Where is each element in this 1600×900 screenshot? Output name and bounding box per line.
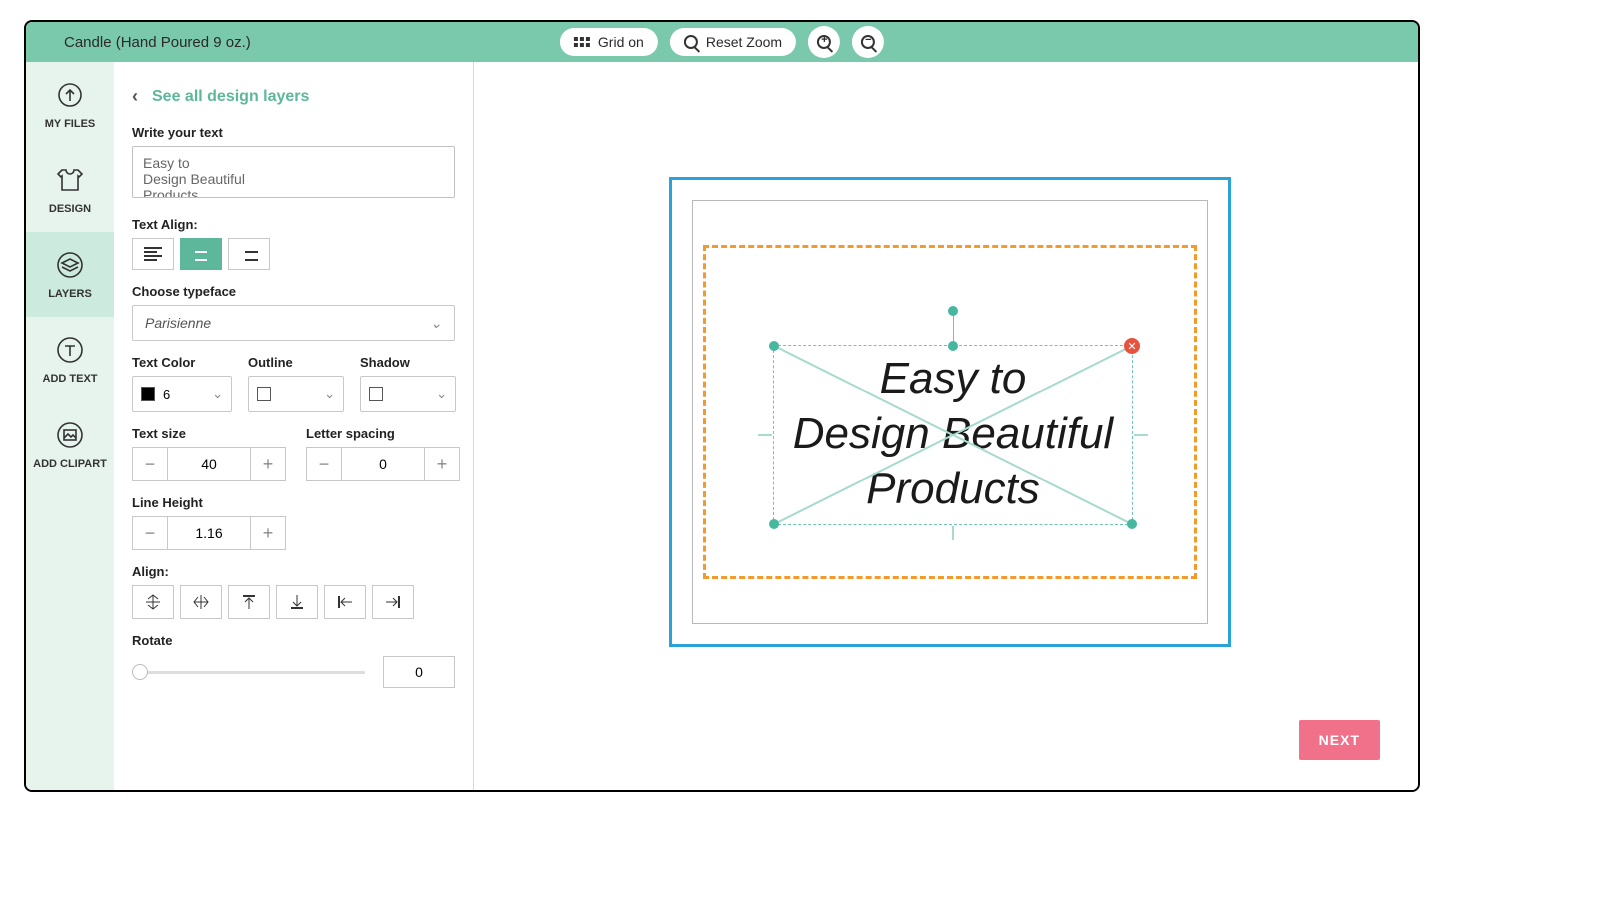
rail-label: MY FILES bbox=[45, 118, 96, 130]
text-icon bbox=[55, 335, 85, 365]
chevron-down-icon: ⌄ bbox=[212, 386, 223, 402]
shirt-icon bbox=[55, 165, 85, 195]
align-bottom-button[interactable] bbox=[276, 585, 318, 619]
write-text-label: Write your text bbox=[132, 125, 455, 140]
text-color-label: Text Color bbox=[132, 355, 232, 370]
align-left-button[interactable] bbox=[324, 585, 366, 619]
empty-swatch-icon bbox=[369, 387, 383, 401]
letter-spacing-decrease-button[interactable]: − bbox=[306, 447, 342, 481]
topbar-controls: Grid on Reset Zoom bbox=[560, 26, 884, 58]
slider-thumb[interactable] bbox=[132, 664, 148, 680]
canvas-area[interactable]: Easy to Design Beautiful Products ✕ bbox=[474, 62, 1418, 790]
rail-add-text[interactable]: ADD TEXT bbox=[26, 317, 114, 402]
text-align-label: Text Align: bbox=[132, 217, 455, 232]
rotate-label: Rotate bbox=[132, 633, 455, 648]
letter-spacing-label: Letter spacing bbox=[306, 426, 460, 441]
align-horizontal-center-button[interactable] bbox=[180, 585, 222, 619]
text-color-value: 6 bbox=[163, 387, 170, 402]
product-title: Candle (Hand Poured 9 oz.) bbox=[64, 34, 251, 51]
canvas-trim-box: Easy to Design Beautiful Products ✕ bbox=[692, 200, 1208, 624]
rail-label: ADD CLIPART bbox=[33, 458, 107, 470]
image-icon bbox=[55, 420, 85, 450]
delete-layer-button[interactable]: ✕ bbox=[1124, 338, 1140, 354]
letter-spacing-increase-button[interactable]: + bbox=[424, 447, 460, 481]
app-frame: Candle (Hand Poured 9 oz.) Grid on Reset… bbox=[24, 20, 1420, 792]
zoom-in-button[interactable] bbox=[808, 26, 840, 58]
rail-label: ADD TEXT bbox=[43, 373, 98, 385]
shadow-label: Shadow bbox=[360, 355, 456, 370]
text-size-stepper: − 40 + bbox=[132, 447, 286, 481]
outline-select[interactable]: ⌄ bbox=[248, 376, 344, 412]
properties-panel: ‹ See all design layers Write your text … bbox=[114, 62, 474, 790]
text-color-select[interactable]: 6 ⌄ bbox=[132, 376, 232, 412]
topbar: Candle (Hand Poured 9 oz.) Grid on Reset… bbox=[26, 22, 1418, 62]
handle-top-center[interactable] bbox=[948, 341, 958, 351]
empty-swatch-icon bbox=[257, 387, 271, 401]
text-size-decrease-button[interactable]: − bbox=[132, 447, 168, 481]
letter-spacing-stepper: − 0 + bbox=[306, 447, 460, 481]
line-height-increase-button[interactable]: + bbox=[250, 516, 286, 550]
zoom-out-icon bbox=[861, 35, 875, 49]
rotate-slider[interactable] bbox=[132, 662, 369, 682]
handle-top-left[interactable] bbox=[769, 341, 779, 351]
text-size-value[interactable]: 40 bbox=[168, 447, 250, 481]
rail-design[interactable]: DESIGN bbox=[26, 147, 114, 232]
slider-track bbox=[136, 671, 365, 674]
layers-icon bbox=[55, 250, 85, 280]
text-size-label: Text size bbox=[132, 426, 286, 441]
chevron-down-icon: ⌄ bbox=[436, 386, 447, 402]
color-swatch-icon bbox=[141, 387, 155, 401]
line-height-stepper: − 1.16 + bbox=[132, 516, 286, 550]
typeface-label: Choose typeface bbox=[132, 284, 455, 299]
chevron-down-icon: ⌄ bbox=[430, 315, 442, 332]
reset-zoom-button[interactable]: Reset Zoom bbox=[670, 28, 796, 56]
typeface-select[interactable]: Parisienne ⌄ bbox=[132, 305, 455, 341]
zoom-in-icon bbox=[817, 35, 831, 49]
align-label: Align: bbox=[132, 564, 455, 579]
shadow-select[interactable]: ⌄ bbox=[360, 376, 456, 412]
chevron-left-icon: ‹ bbox=[132, 86, 138, 107]
letter-spacing-value[interactable]: 0 bbox=[342, 447, 424, 481]
guide-left bbox=[758, 434, 772, 436]
line-height-value[interactable]: 1.16 bbox=[168, 516, 250, 550]
align-right-button[interactable] bbox=[372, 585, 414, 619]
handle-bottom-left[interactable] bbox=[769, 519, 779, 529]
text-align-center-button[interactable] bbox=[180, 238, 222, 270]
selection-diagonals bbox=[774, 346, 1132, 524]
align-vertical-center-button[interactable] bbox=[132, 585, 174, 619]
text-input[interactable] bbox=[132, 146, 455, 198]
selection-box[interactable]: ✕ bbox=[773, 345, 1133, 525]
line-height-label: Line Height bbox=[132, 495, 455, 510]
back-to-layers-link[interactable]: ‹ See all design layers bbox=[132, 86, 455, 107]
tool-rail: MY FILES DESIGN LAYERS ADD TEXT ADD CLIP… bbox=[26, 62, 114, 790]
line-height-decrease-button[interactable]: − bbox=[132, 516, 168, 550]
rail-label: LAYERS bbox=[48, 288, 92, 300]
text-align-right-button[interactable] bbox=[228, 238, 270, 270]
next-button[interactable]: NEXT bbox=[1299, 720, 1380, 760]
rail-add-clipart[interactable]: ADD CLIPART bbox=[26, 402, 114, 487]
reset-zoom-label: Reset Zoom bbox=[706, 34, 782, 50]
grid-icon bbox=[574, 37, 590, 47]
magnifier-icon bbox=[684, 35, 698, 49]
rail-label: DESIGN bbox=[49, 203, 91, 215]
text-size-increase-button[interactable]: + bbox=[250, 447, 286, 481]
upload-icon bbox=[55, 80, 85, 110]
handle-bottom-right[interactable] bbox=[1127, 519, 1137, 529]
canvas-bleed-box: Easy to Design Beautiful Products ✕ bbox=[669, 177, 1231, 647]
outline-label: Outline bbox=[248, 355, 344, 370]
chevron-down-icon: ⌄ bbox=[324, 386, 335, 402]
typeface-value: Parisienne bbox=[145, 315, 211, 331]
rail-my-files[interactable]: MY FILES bbox=[26, 62, 114, 147]
text-align-left-button[interactable] bbox=[132, 238, 174, 270]
rotate-value[interactable]: 0 bbox=[383, 656, 455, 688]
rail-layers[interactable]: LAYERS bbox=[26, 232, 114, 317]
grid-toggle-label: Grid on bbox=[598, 34, 644, 50]
back-link-label: See all design layers bbox=[152, 88, 309, 106]
align-top-button[interactable] bbox=[228, 585, 270, 619]
zoom-out-button[interactable] bbox=[852, 26, 884, 58]
guide-bottom bbox=[952, 526, 954, 540]
guide-right bbox=[1134, 434, 1148, 436]
grid-toggle-button[interactable]: Grid on bbox=[560, 28, 658, 56]
rotation-handle[interactable] bbox=[948, 306, 958, 316]
